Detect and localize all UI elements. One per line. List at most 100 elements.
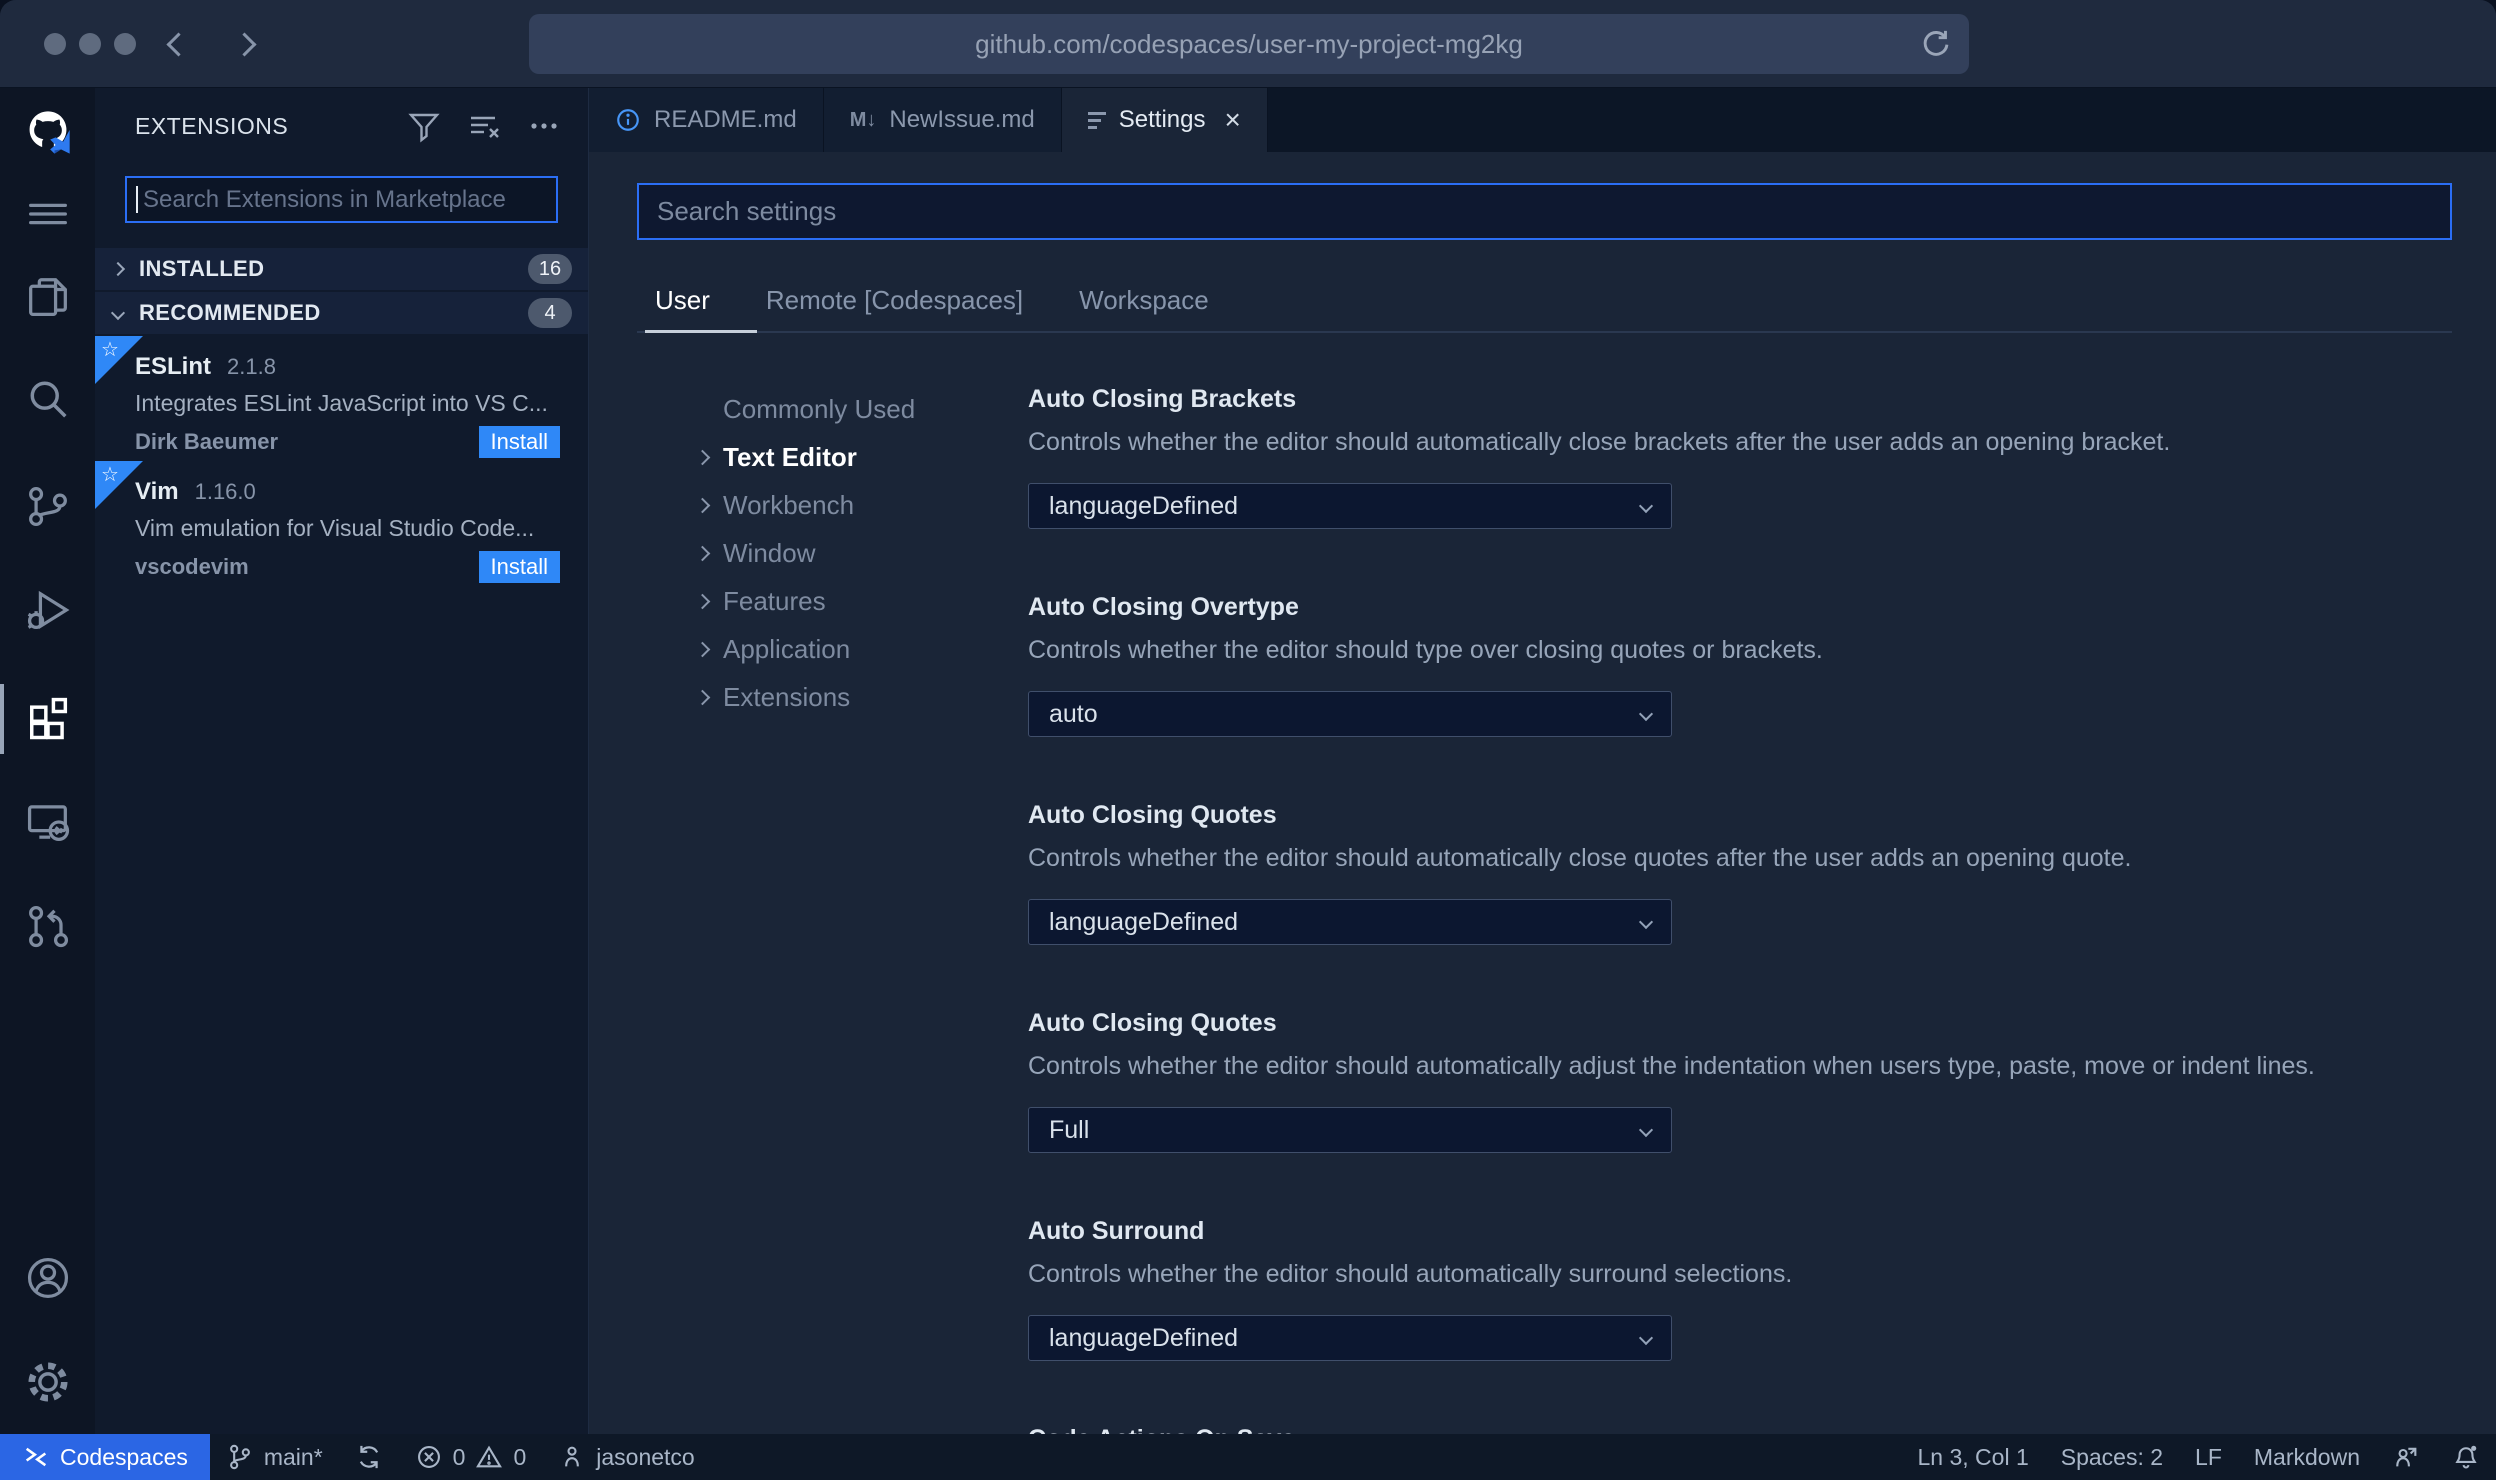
- more-actions-icon[interactable]: [526, 108, 562, 144]
- remote-explorer-icon[interactable]: [20, 794, 76, 850]
- settings-search-box: [637, 183, 2452, 240]
- setting-dropdown[interactable]: Full: [1028, 1107, 1672, 1153]
- minimize-window-button[interactable]: [79, 33, 101, 55]
- browser-forward-button[interactable]: [226, 26, 262, 62]
- tab-readme[interactable]: README.md: [589, 88, 824, 152]
- notifications-button[interactable]: [2436, 1434, 2496, 1480]
- markdown-icon: M↓: [849, 108, 877, 131]
- close-tab-icon[interactable]: ×: [1224, 106, 1240, 134]
- window-controls[interactable]: [44, 33, 136, 55]
- browser-chrome: github.com/codespaces/user-my-project-mg…: [0, 0, 2496, 88]
- close-window-button[interactable]: [44, 33, 66, 55]
- reload-icon[interactable]: [1919, 27, 1953, 61]
- tab-bar: README.md M↓ NewIssue.md Settings ×: [589, 88, 2496, 152]
- setting-code-actions-on-save: Code Actions On Save: [1028, 1425, 2452, 1434]
- extension-item-vim[interactable]: ☆ Vim 1.16.0 Vim emulation for Visual St…: [95, 461, 588, 586]
- toc-label: Commonly Used: [723, 393, 916, 424]
- scope-tab-user[interactable]: User: [655, 285, 710, 316]
- settings-gear-icon[interactable]: [20, 1354, 76, 1410]
- setting-description: Controls whether the editor should autom…: [1028, 1052, 2315, 1080]
- search-icon[interactable]: [20, 372, 76, 428]
- extensions-icon[interactable]: [20, 690, 76, 746]
- branch-indicator[interactable]: main*: [210, 1434, 339, 1480]
- setting-dropdown[interactable]: auto: [1028, 691, 1672, 737]
- chevron-down-icon: [1638, 1122, 1654, 1138]
- toc-commonly-used[interactable]: Commonly Used: [697, 385, 1028, 433]
- branch-label: main*: [263, 1443, 323, 1470]
- user-indicator[interactable]: jasonetco: [542, 1434, 710, 1480]
- indentation-label: Spaces: 2: [2060, 1443, 2164, 1470]
- remote-icon: [25, 1447, 47, 1467]
- address-bar[interactable]: github.com/codespaces/user-my-project-mg…: [529, 14, 1969, 74]
- language-mode[interactable]: Markdown: [2238, 1434, 2376, 1480]
- settings-search-input[interactable]: [639, 185, 2450, 238]
- setting-auto-closing-overtype: Auto Closing Overtype Controls whether t…: [1028, 593, 2452, 737]
- install-button[interactable]: Install: [478, 551, 560, 583]
- eol-indicator[interactable]: LF: [2179, 1434, 2238, 1480]
- eol-label: LF: [2195, 1443, 2222, 1470]
- cursor-position[interactable]: Ln 3, Col 1: [1902, 1434, 2045, 1480]
- chevron-right-icon: [110, 261, 126, 277]
- scope-tab-workspace[interactable]: Workspace: [1079, 285, 1209, 316]
- text-cursor: [136, 186, 138, 213]
- dropdown-value: auto: [1049, 699, 1098, 728]
- tab-settings[interactable]: Settings ×: [1061, 88, 1268, 152]
- explorer-icon[interactable]: [20, 268, 76, 324]
- forward-icon: [231, 31, 257, 57]
- setting-dropdown[interactable]: languageDefined: [1028, 483, 1672, 529]
- setting-auto-closing-quotes: Auto Closing Quotes Controls whether the…: [1028, 801, 2452, 945]
- clear-extensions-search-icon[interactable]: [466, 108, 502, 144]
- indentation-indicator[interactable]: Spaces: 2: [2045, 1434, 2179, 1480]
- toc-features[interactable]: Features: [694, 577, 1028, 625]
- dropdown-value: Full: [1049, 1115, 1090, 1144]
- pull-request-icon[interactable]: [20, 898, 76, 954]
- tab-newissue[interactable]: M↓ NewIssue.md: [823, 88, 1062, 152]
- warning-icon: [476, 1445, 503, 1468]
- person-icon: [565, 1446, 580, 1467]
- tab-label: Settings: [1118, 106, 1206, 133]
- browser-back-button[interactable]: [160, 26, 196, 62]
- sync-button[interactable]: [339, 1434, 399, 1480]
- setting-auto-surround: Auto Surround Controls whether the edito…: [1028, 1217, 2452, 1361]
- status-bar: Codespaces main* 0 0 jasonetco Ln 3, Col…: [0, 1434, 2496, 1480]
- zoom-window-button[interactable]: [114, 33, 136, 55]
- toc-workbench[interactable]: Workbench: [694, 481, 1028, 529]
- section-installed[interactable]: INSTALLED 16: [95, 248, 588, 290]
- account-icon[interactable]: [20, 1250, 76, 1306]
- dropdown-value: languageDefined: [1049, 491, 1239, 520]
- install-button[interactable]: Install: [478, 426, 560, 458]
- setting-auto-closing-quotes-2: Auto Closing Quotes Controls whether the…: [1028, 1009, 2452, 1153]
- extension-item-eslint[interactable]: ☆ ESLint 2.1.8 Integrates ESLint JavaScr…: [95, 336, 588, 461]
- toc-text-editor[interactable]: Text Editor: [694, 433, 1028, 481]
- menu-icon[interactable]: [20, 186, 76, 242]
- section-recommended[interactable]: RECOMMENDED 4: [95, 292, 588, 334]
- setting-dropdown[interactable]: languageDefined: [1028, 899, 1672, 945]
- bell-icon: [2455, 1445, 2477, 1469]
- toc-label: Text Editor: [723, 441, 857, 472]
- active-view-indicator: [0, 684, 4, 754]
- toc-application[interactable]: Application: [694, 625, 1028, 673]
- count-badge: 4: [528, 298, 572, 328]
- setting-title: Auto Surround: [1028, 1217, 1205, 1245]
- extension-version: 1.16.0: [194, 479, 256, 504]
- setting-dropdown[interactable]: languageDefined: [1028, 1315, 1672, 1361]
- chevron-down-icon: [1638, 1330, 1654, 1346]
- toc-window[interactable]: Window: [694, 529, 1028, 577]
- extensions-search-input[interactable]: [127, 178, 556, 221]
- remote-indicator[interactable]: Codespaces: [0, 1434, 210, 1480]
- toc-extensions[interactable]: Extensions: [694, 673, 1028, 721]
- settings-list: Auto Closing Brackets Controls whether t…: [1028, 385, 2452, 1434]
- chevron-right-icon: [694, 689, 711, 705]
- extension-description: Integrates ESLint JavaScript into VS C..…: [135, 390, 548, 416]
- source-control-icon[interactable]: [20, 478, 76, 534]
- scope-tab-remote[interactable]: Remote [Codespaces]: [766, 285, 1023, 316]
- scope-divider: [637, 330, 2452, 333]
- feedback-button[interactable]: [2376, 1434, 2436, 1480]
- filter-icon[interactable]: [406, 108, 442, 144]
- run-debug-icon[interactable]: [20, 582, 76, 638]
- problems-indicator[interactable]: 0 0: [399, 1434, 543, 1480]
- error-count: 0: [452, 1443, 466, 1470]
- setting-description: Controls whether the editor should autom…: [1028, 428, 2171, 456]
- chevron-down-icon: [1638, 498, 1654, 514]
- url-text: github.com/codespaces/user-my-project-mg…: [975, 28, 1523, 59]
